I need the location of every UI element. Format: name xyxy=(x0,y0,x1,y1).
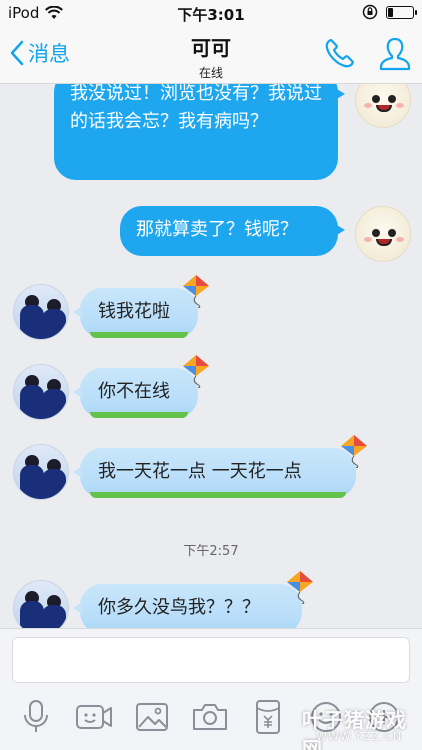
my-avatar[interactable] xyxy=(355,84,411,128)
contact-avatar[interactable] xyxy=(13,580,69,628)
status-time: 下午3:01 xyxy=(177,6,245,24)
contact-avatar[interactable] xyxy=(13,284,69,340)
call-button[interactable] xyxy=(323,36,357,74)
video-icon xyxy=(76,705,112,729)
camera-icon xyxy=(193,704,227,730)
message-text: 我一天花一点 一天花一点 xyxy=(98,461,302,482)
battery-icon xyxy=(386,5,417,19)
online-status: 在线 xyxy=(198,66,223,80)
contact-name: 可可 xyxy=(191,36,231,60)
message-bubble-received[interactable]: 你不在线 xyxy=(73,355,209,418)
message-bubble-sent[interactable]: 我没说过！浏览也没有？我说过的话我会忘？我有病吗？ xyxy=(54,84,345,180)
camera-button[interactable] xyxy=(190,699,230,735)
person-icon xyxy=(379,37,411,71)
time-separator: 下午2:57 xyxy=(183,544,239,559)
watermark-sub: WWW.YZZ.CN xyxy=(316,730,403,743)
watermark: 叶子猪游戏网 WWW.YZZ.CN xyxy=(302,704,418,750)
message-bubble-received[interactable]: 钱我花啦 xyxy=(73,275,209,338)
kite-icon xyxy=(341,435,367,468)
status-bar: iPod 下午3:01 xyxy=(0,0,422,26)
red-packet-icon xyxy=(256,700,280,734)
message-text: 你多久没鸟我？？？ xyxy=(98,597,260,618)
battery-fill xyxy=(388,7,393,17)
my-avatar[interactable] xyxy=(355,206,411,262)
image-button[interactable] xyxy=(132,699,172,735)
message-bubble-received[interactable]: 你多久没鸟我？？？ xyxy=(73,571,313,628)
message-bubble-sent[interactable]: 那就算卖了？钱呢？ xyxy=(120,206,345,256)
message-list[interactable]: 我没说过！浏览也没有？我说过的话我会忘？我有病吗？ 那就算卖了？钱呢？ 钱我花啦 xyxy=(0,84,422,628)
contact-avatar[interactable] xyxy=(13,364,69,420)
message-text: 那就算卖了？钱呢？ xyxy=(136,219,298,240)
contact-avatar[interactable] xyxy=(13,444,69,500)
voice-button[interactable] xyxy=(16,699,56,735)
image-icon xyxy=(136,703,168,731)
profile-button[interactable] xyxy=(378,36,412,76)
phone-icon xyxy=(325,38,355,68)
red-packet-button[interactable] xyxy=(248,699,288,735)
message-text: 我没说过！浏览也没有？我说过的话我会忘？我有病吗？ xyxy=(70,84,322,132)
rotation-lock-icon xyxy=(362,4,378,20)
kite-icon xyxy=(183,275,209,308)
message-text: 钱我花啦 xyxy=(98,301,170,322)
kite-icon xyxy=(183,355,209,388)
message-text: 你不在线 xyxy=(98,381,170,402)
message-bubble-received[interactable]: 我一天花一点 一天花一点 xyxy=(73,435,367,498)
video-call-button[interactable] xyxy=(74,699,114,735)
kite-icon xyxy=(287,571,313,604)
watermark-main: 叶子猪游戏网 xyxy=(302,708,407,750)
microphone-icon xyxy=(24,700,48,732)
chat-header: 消息 可可 在线 xyxy=(0,26,422,84)
message-input[interactable] xyxy=(12,637,410,683)
